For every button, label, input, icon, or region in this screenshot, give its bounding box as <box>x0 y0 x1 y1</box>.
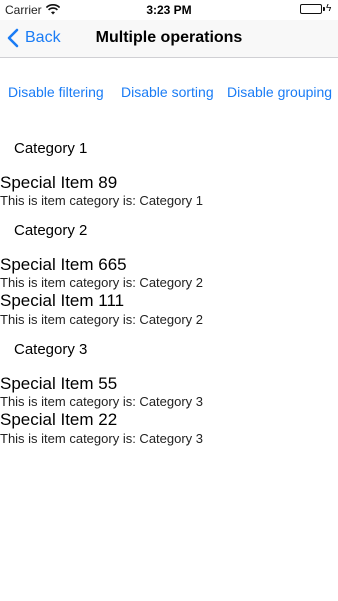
group-header: Category 1 <box>14 140 88 157</box>
list-item-subtitle: This is item category is: Category 3 <box>0 431 204 446</box>
disable-grouping-button[interactable]: Disable grouping <box>227 84 332 100</box>
list-item-title[interactable]: Special Item 665 <box>0 255 127 275</box>
action-toolbar: Disable filtering Disable sorting Disabl… <box>0 80 338 104</box>
list-item-subtitle: This is item category is: Category 2 <box>0 275 204 290</box>
status-bar: Carrier 3:23 PM ϟ <box>0 0 338 20</box>
charging-icon: ϟ <box>326 3 332 14</box>
disable-sorting-button[interactable]: Disable sorting <box>121 84 214 100</box>
disable-filtering-button[interactable]: Disable filtering <box>8 84 104 100</box>
list-item-title[interactable]: Special Item 22 <box>0 410 117 430</box>
list-item-subtitle: This is item category is: Category 2 <box>0 312 204 327</box>
list-item-title[interactable]: Special Item 89 <box>0 173 117 193</box>
list-item-title[interactable]: Special Item 111 <box>0 291 124 311</box>
page-title: Multiple operations <box>95 29 243 46</box>
list-item-subtitle: This is item category is: Category 3 <box>0 394 204 409</box>
list-item-subtitle: This is item category is: Category 1 <box>0 193 204 208</box>
navigation-bar: Back Multiple operations <box>0 20 338 58</box>
group-header: Category 2 <box>14 222 88 239</box>
list-item-title[interactable]: Special Item 55 <box>0 374 117 394</box>
status-time: 3:23 PM <box>146 3 192 17</box>
group-header: Category 3 <box>14 341 88 358</box>
battery-icon: ϟ <box>300 3 332 16</box>
